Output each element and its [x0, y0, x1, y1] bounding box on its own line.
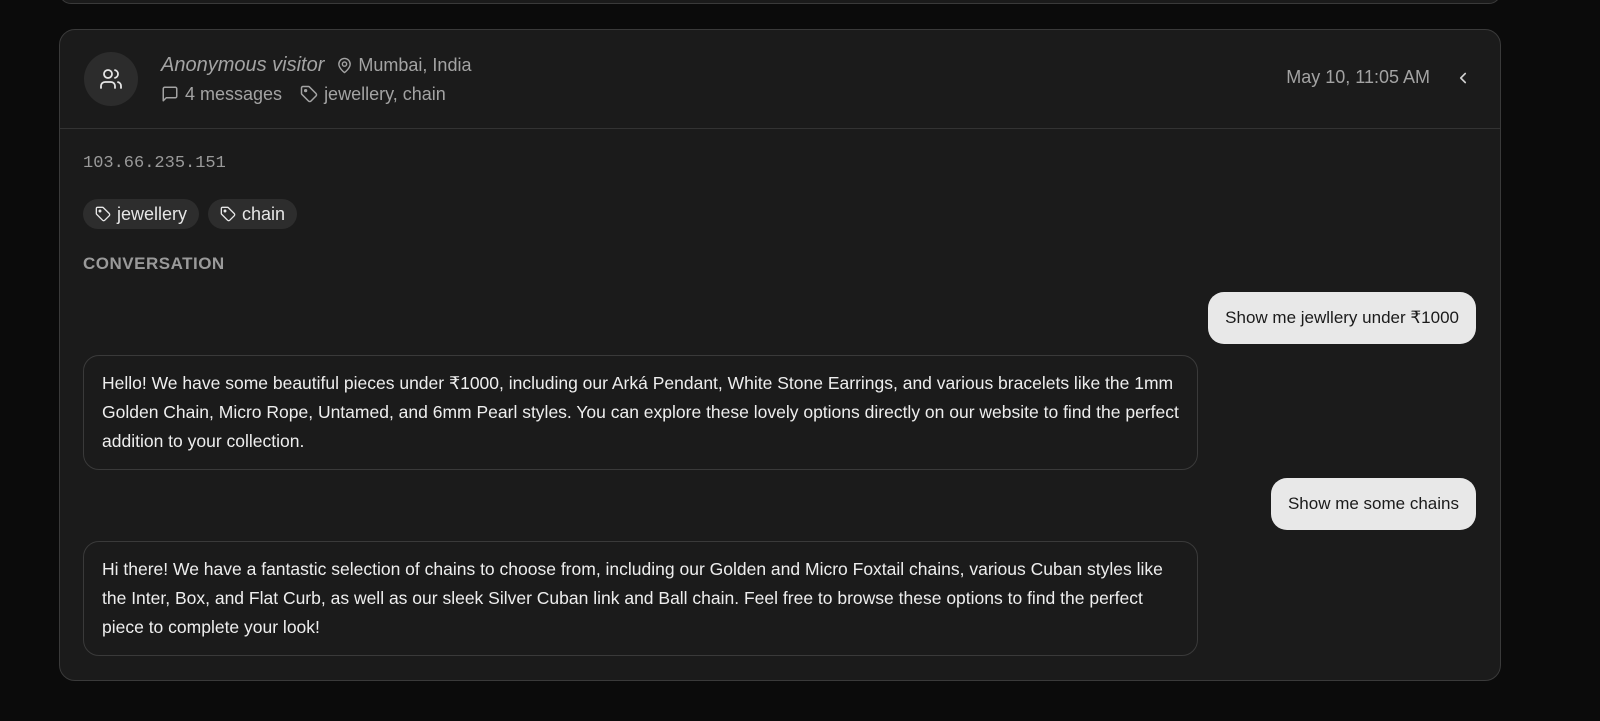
tag-icon — [95, 206, 111, 222]
previous-conversation-card[interactable] — [59, 0, 1501, 4]
conversation-card: Anonymous visitor Mumbai, India 4 messag… — [59, 29, 1501, 681]
tag-label: chain — [242, 203, 286, 224]
visitor-location: Mumbai, India — [336, 55, 471, 76]
assistant-message: Hello! We have some beautiful pieces und… — [83, 355, 1198, 470]
tags-summary: jewellery, chain — [300, 84, 446, 105]
assistant-message: Hi there! We have a fantastic selection … — [83, 541, 1198, 656]
tag-chip: jewellery — [83, 199, 200, 229]
user-message: Show me jewllery under ₹1000 — [1208, 292, 1476, 344]
conversation-card-header[interactable]: Anonymous visitor Mumbai, India 4 messag… — [60, 30, 1500, 129]
conversation-timestamp: May 10, 11:05 AM — [1286, 67, 1430, 87]
collapse-button[interactable] — [1450, 65, 1476, 91]
user-message: Show me some chains — [1270, 478, 1476, 530]
message-square-icon — [162, 86, 178, 102]
visitor-location-text: Mumbai, India — [358, 54, 472, 75]
avatar — [84, 52, 138, 106]
tag-icon — [220, 206, 236, 222]
map-pin-icon — [338, 57, 352, 73]
tag-label: jewellery — [117, 203, 188, 224]
message-count: 4 messages — [161, 84, 282, 105]
visitor-name: Anonymous visitor — [161, 53, 325, 76]
tag-icon — [300, 85, 318, 103]
tags-summary-text: jewellery, chain — [324, 83, 446, 104]
conversation-section-title: CONVERSATION — [83, 254, 225, 273]
users-icon — [100, 69, 122, 89]
message-count-text: 4 messages — [185, 83, 283, 104]
tag-list: jewellery chain — [83, 199, 306, 229]
visitor-info-line: Anonymous visitor Mumbai, India — [161, 52, 471, 78]
tag-chip: chain — [208, 199, 298, 229]
chevron-left-icon — [1459, 72, 1467, 84]
visitor-ip: 103.66.235.151 — [83, 154, 226, 173]
visitor-meta-line: 4 messages jewellery, chain — [161, 82, 464, 106]
